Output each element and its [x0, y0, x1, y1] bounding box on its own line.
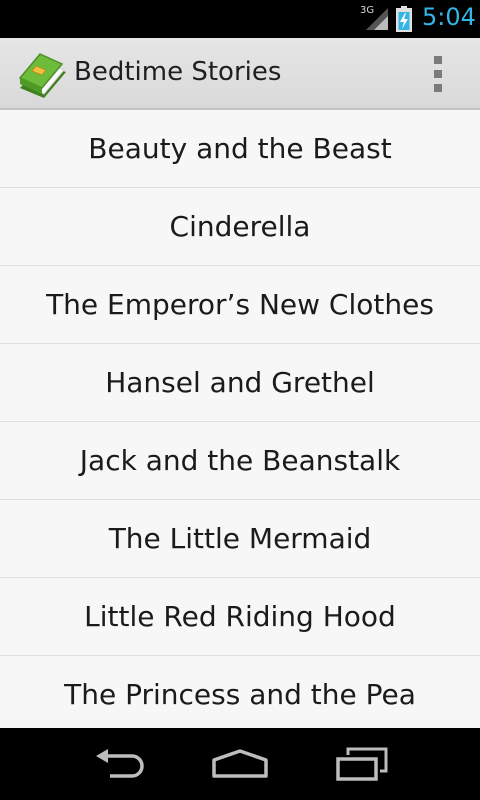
- action-bar: Bedtime Stories: [0, 38, 480, 110]
- navigation-bar: [0, 728, 480, 800]
- home-icon: [212, 749, 268, 778]
- clock: 5:04: [422, 3, 476, 31]
- screen: 3G 5:04 Bedtime Stories Beauty and the B…: [0, 0, 480, 800]
- back-icon: [96, 749, 144, 778]
- story-item-cinderella[interactable]: Cinderella: [0, 188, 480, 266]
- overflow-dot: [434, 56, 442, 64]
- recent-apps-icon: [336, 747, 388, 781]
- story-item-jack-and-the-beanstalk[interactable]: Jack and the Beanstalk: [0, 422, 480, 500]
- back-button[interactable]: [80, 740, 160, 788]
- recent-apps-button[interactable]: [322, 740, 402, 788]
- story-item-princess-and-the-pea[interactable]: The Princess and the Pea: [0, 656, 480, 728]
- story-item-hansel-and-grethel[interactable]: Hansel and Grethel: [0, 344, 480, 422]
- story-list: Beauty and the Beast Cinderella The Empe…: [0, 110, 480, 728]
- story-item-emperors-new-clothes[interactable]: The Emperor’s New Clothes: [0, 266, 480, 344]
- status-bar: 3G 5:04: [0, 0, 480, 38]
- story-item-little-red-riding-hood[interactable]: Little Red Riding Hood: [0, 578, 480, 656]
- app-title: Bedtime Stories: [74, 57, 282, 87]
- signal-icon: [366, 8, 388, 30]
- book-app-icon[interactable]: [16, 48, 68, 100]
- story-item-little-mermaid[interactable]: The Little Mermaid: [0, 500, 480, 578]
- overflow-dot: [434, 84, 442, 92]
- overflow-menu-icon[interactable]: [422, 56, 454, 92]
- home-button[interactable]: [200, 740, 280, 788]
- battery-charging-icon: [396, 6, 412, 32]
- story-item-beauty-and-the-beast[interactable]: Beauty and the Beast: [0, 110, 480, 188]
- overflow-dot: [434, 70, 442, 78]
